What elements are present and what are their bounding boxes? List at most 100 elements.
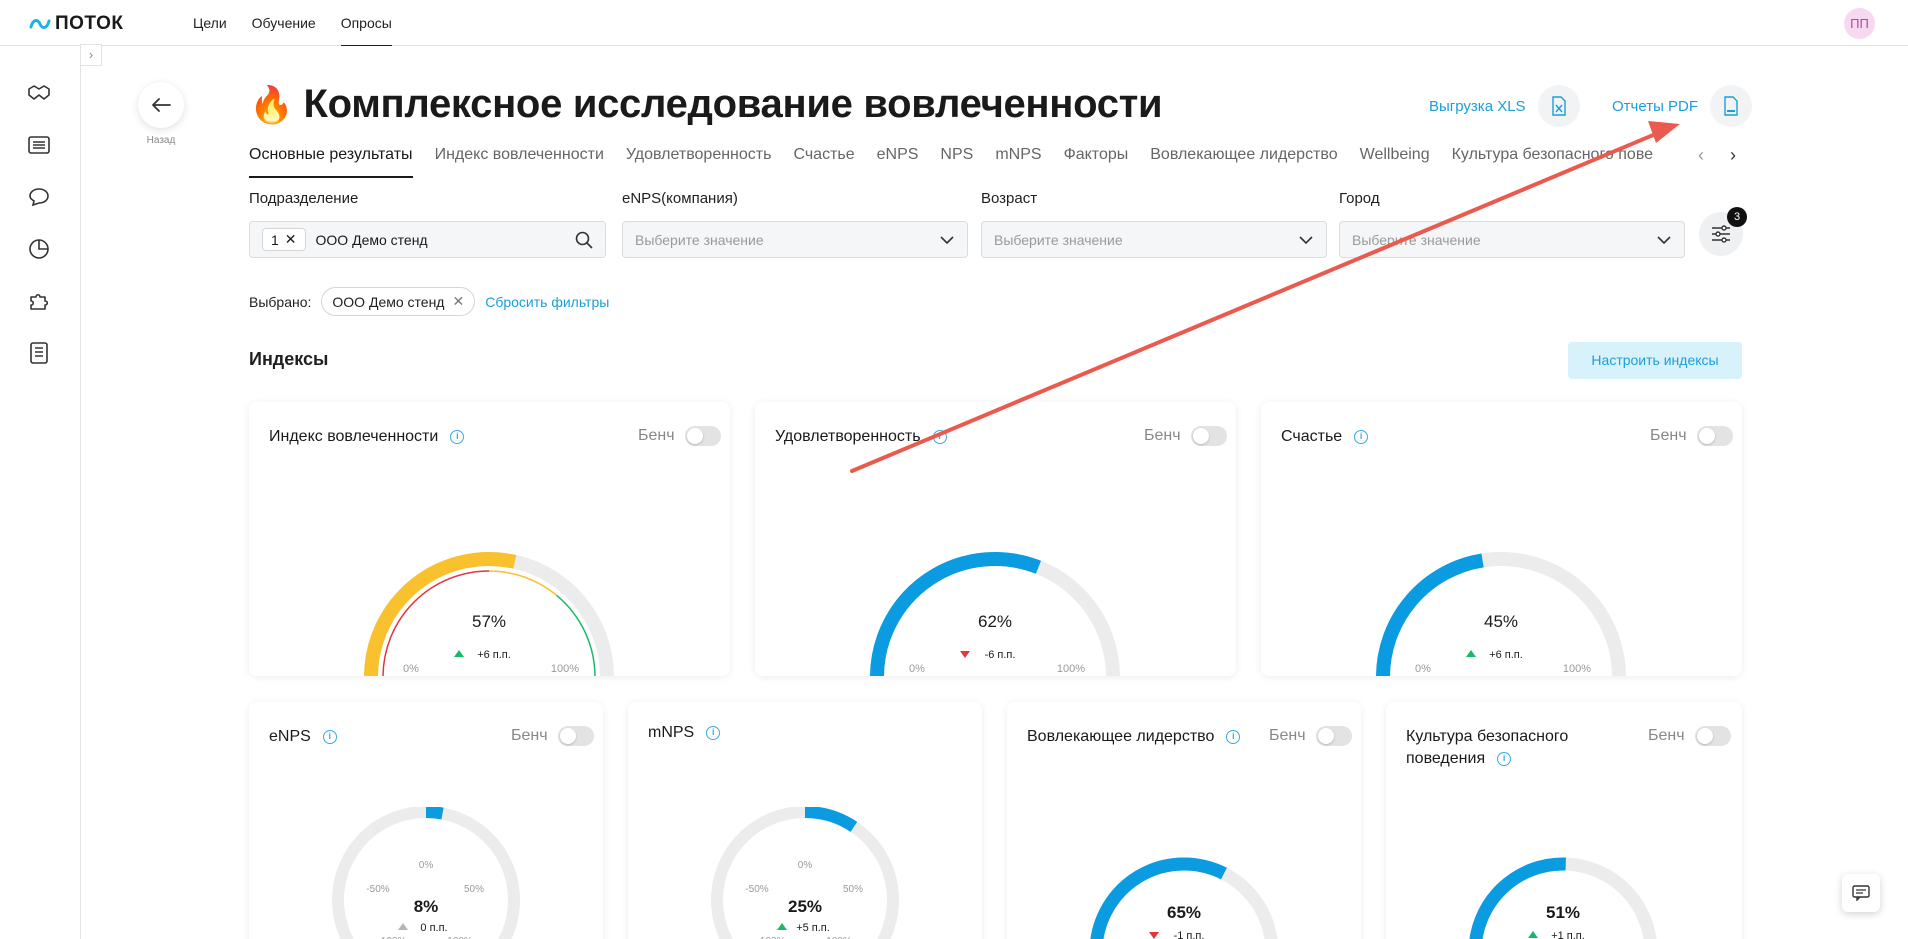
info-icon[interactable]: i bbox=[1497, 751, 1512, 766]
pie-chart-icon[interactable] bbox=[26, 236, 52, 262]
chat-icon[interactable] bbox=[26, 184, 52, 210]
toggle-switch[interactable] bbox=[1694, 726, 1731, 746]
selected-filters: Выбрано: ООО Демо стенд ✕ Сбросить фильт… bbox=[249, 287, 609, 316]
handshake-icon[interactable] bbox=[26, 80, 52, 106]
close-icon[interactable]: ✕ bbox=[452, 293, 464, 310]
tabs-scroll-right-icon[interactable]: › bbox=[1730, 145, 1736, 166]
card-enps: eNPSi Бенч 0%-50%50%-100%100%8%0 п.п. bbox=[249, 702, 603, 939]
tabs-scroll-left-icon[interactable]: ‹ bbox=[1698, 145, 1704, 166]
gauge-max-label: 100% bbox=[551, 663, 579, 675]
gauge-track bbox=[332, 807, 520, 939]
card-engaging-leadership: Вовлекающее лидерствоi Бенч 65%-1 п.п.0%… bbox=[1007, 702, 1361, 939]
bench-toggle[interactable]: Бенч bbox=[1648, 726, 1731, 746]
export-pdf-label: Отчеты PDF bbox=[1612, 97, 1699, 115]
sidebar-expand-button[interactable]: › bbox=[80, 44, 102, 66]
selected-label: Выбрано: bbox=[249, 293, 312, 310]
toggle-switch[interactable] bbox=[684, 426, 721, 446]
fire-icon: 🔥 bbox=[249, 83, 294, 125]
reset-filters-link[interactable]: Сбросить фильтры bbox=[485, 294, 609, 310]
export-xls-button[interactable]: Выгрузка XLS bbox=[1429, 85, 1580, 127]
chevron-down-icon bbox=[940, 236, 954, 245]
toggle-switch[interactable] bbox=[1696, 426, 1733, 446]
toggle-switch[interactable] bbox=[557, 726, 594, 746]
toggle-switch[interactable] bbox=[1315, 726, 1352, 746]
avatar[interactable]: ПП bbox=[1844, 8, 1875, 39]
gauge-delta: 0 п.п. bbox=[420, 922, 447, 934]
card-title: Удовлетворенность i bbox=[775, 426, 947, 448]
age-filter-label: Возраст bbox=[981, 190, 1038, 207]
info-icon[interactable]: i bbox=[1354, 429, 1369, 444]
tab-wellbeing[interactable]: Wellbeing bbox=[1360, 144, 1430, 176]
trend-up-icon bbox=[1466, 650, 1476, 657]
info-icon[interactable]: i bbox=[706, 725, 721, 740]
bench-toggle[interactable]: Бенч bbox=[511, 726, 594, 746]
export-pdf-button[interactable]: Отчеты PDF bbox=[1612, 85, 1753, 127]
scale-zero-label: 0% bbox=[798, 860, 813, 871]
division-select[interactable]: 1 ✕ ООО Демо стенд bbox=[249, 221, 606, 258]
export-xls-label: Выгрузка XLS bbox=[1429, 97, 1526, 115]
puzzle-icon[interactable] bbox=[26, 288, 52, 314]
support-chat-button[interactable] bbox=[1842, 874, 1880, 912]
scale-pos50-label: 50% bbox=[843, 884, 863, 895]
info-icon[interactable]: i bbox=[1226, 729, 1241, 744]
bench-toggle[interactable]: Бенч bbox=[1144, 426, 1227, 446]
selected-chip[interactable]: ООО Демо стенд ✕ bbox=[321, 287, 476, 316]
gauge-value-arc bbox=[425, 807, 444, 820]
chevron-down-icon bbox=[1657, 236, 1671, 245]
top-bar: ПОТОК Цели Обучение Опросы ПП bbox=[0, 0, 1908, 46]
logo-icon bbox=[29, 19, 51, 29]
arrow-left-icon bbox=[152, 98, 171, 112]
tab-satisfaction[interactable]: Удовлетворенность bbox=[626, 144, 772, 176]
tab-factors[interactable]: Факторы bbox=[1064, 144, 1129, 176]
tab-happiness[interactable]: Счастье bbox=[793, 144, 854, 176]
card-title: Культура безопасного поведения i bbox=[1406, 728, 1569, 767]
close-icon[interactable]: ✕ bbox=[285, 231, 297, 248]
selected-chip-label: ООО Демо стенд bbox=[332, 293, 445, 310]
bench-toggle[interactable]: Бенч bbox=[1650, 426, 1733, 446]
tab-engagement-index[interactable]: Индекс вовлеченности bbox=[435, 144, 604, 176]
card-mnps: mNPSi 0%-50%50%-100%100%25%+5 п.п. bbox=[628, 702, 982, 939]
scale-zero-label: 0% bbox=[419, 860, 434, 871]
configure-indices-button[interactable]: Настроить индексы bbox=[1568, 342, 1742, 379]
tab-enps[interactable]: eNPS bbox=[877, 144, 919, 176]
nav-surveys[interactable]: Опросы bbox=[340, 0, 392, 46]
info-icon[interactable]: i bbox=[322, 729, 337, 744]
division-label: Подразделение bbox=[249, 190, 359, 207]
tab-main-results[interactable]: Основные результаты bbox=[249, 144, 413, 178]
trend-down-icon bbox=[1149, 932, 1159, 939]
division-count-chip[interactable]: 1 ✕ bbox=[262, 228, 306, 251]
gauge-chart: 57% +6 п.п. 0% 100% bbox=[364, 552, 614, 676]
trend-flat-icon bbox=[398, 923, 408, 930]
pdf-file-icon bbox=[1710, 85, 1753, 127]
nav-learning[interactable]: Обучение bbox=[252, 0, 316, 46]
bench-toggle[interactable]: Бенч bbox=[1269, 726, 1352, 746]
logo[interactable]: ПОТОК bbox=[29, 13, 123, 35]
nav-goals[interactable]: Цели bbox=[193, 0, 227, 46]
gauge-value: 51% bbox=[1546, 903, 1580, 922]
enps-select[interactable]: Выберите значение bbox=[622, 221, 968, 258]
gauge-max-label: 100% bbox=[1057, 663, 1085, 675]
scale-neg50-label: -50% bbox=[745, 884, 768, 895]
list-icon[interactable] bbox=[26, 132, 52, 158]
tab-safety-culture[interactable]: Культура безопасного пове bbox=[1452, 144, 1653, 176]
tab-nps[interactable]: NPS bbox=[940, 144, 973, 176]
gauge-value-arc bbox=[1090, 857, 1227, 939]
card-title: Вовлекающее лидерство i bbox=[1027, 726, 1241, 748]
indices-title: Индексы bbox=[249, 349, 329, 369]
info-icon[interactable]: i bbox=[932, 429, 947, 444]
age-select[interactable]: Выберите значение bbox=[981, 221, 1327, 258]
info-icon[interactable]: i bbox=[450, 429, 465, 444]
search-icon[interactable] bbox=[575, 231, 593, 249]
gauge-min-label: 0% bbox=[1415, 663, 1431, 675]
tab-mnps[interactable]: mNPS bbox=[995, 144, 1041, 176]
toggle-switch[interactable] bbox=[1190, 426, 1227, 446]
survey-tabs: Основные результаты Индекс вовлеченности У… bbox=[249, 144, 1693, 178]
book-icon[interactable] bbox=[26, 340, 52, 366]
back-button[interactable] bbox=[138, 82, 184, 128]
gauge-value-arc bbox=[1469, 857, 1566, 939]
city-select[interactable]: Выберите значение bbox=[1339, 221, 1685, 258]
gauge-delta: +6 п.п. bbox=[1489, 649, 1523, 661]
tab-engaging-leadership[interactable]: Вовлекающее лидерство bbox=[1150, 144, 1337, 176]
bench-toggle[interactable]: Бенч bbox=[638, 426, 721, 446]
enps-placeholder: Выберите значение bbox=[635, 231, 764, 248]
